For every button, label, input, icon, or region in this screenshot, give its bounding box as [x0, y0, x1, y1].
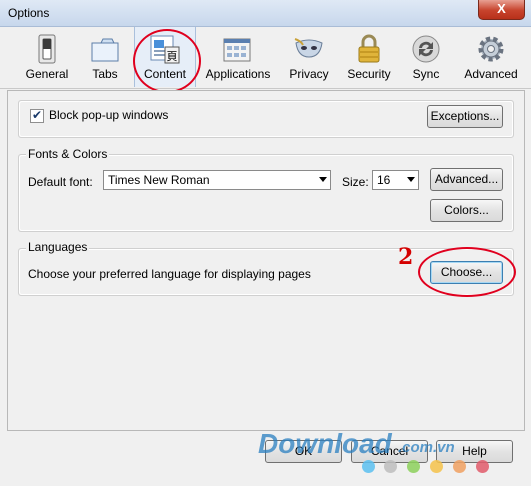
default-font-select[interactable]: Times New Roman: [103, 170, 331, 190]
annotation-ring-choose: [418, 247, 516, 297]
tab-label: Tabs: [92, 67, 118, 81]
annotation-ring-content: [133, 29, 201, 93]
tab-general[interactable]: General: [16, 27, 78, 87]
watermark-dot: [430, 460, 443, 473]
advanced-fonts-button[interactable]: Advanced...: [430, 168, 503, 191]
tab-sync[interactable]: Sync: [404, 27, 448, 87]
title-bar: Options X: [0, 0, 531, 27]
sync-icon: [412, 35, 440, 63]
languages-description: Choose your preferred language for displ…: [28, 267, 311, 281]
window-title: Options: [8, 6, 50, 20]
tab-advanced[interactable]: Advanced: [460, 27, 522, 87]
close-button[interactable]: X: [478, 0, 525, 20]
tab-security[interactable]: Security: [341, 27, 397, 87]
annotation-number-2: 2: [398, 244, 414, 270]
tab-label: Sync: [412, 67, 440, 81]
chevron-down-icon: [407, 177, 415, 182]
watermark-brand: Download: [258, 428, 392, 459]
tab-privacy[interactable]: Privacy: [284, 27, 334, 87]
tab-label: Advanced: [464, 67, 518, 81]
tab-label: Privacy: [289, 67, 329, 81]
block-popups-label: Block pop-up windows: [49, 108, 169, 122]
font-size-select[interactable]: 16: [372, 170, 419, 190]
watermark-dot: [384, 460, 397, 473]
tab-label: Applications: [205, 67, 271, 81]
default-font-value: Times New Roman: [108, 173, 210, 187]
applications-icon: [223, 38, 251, 62]
mask-icon: [294, 38, 323, 58]
tab-label: General: [25, 67, 69, 81]
tab-applications[interactable]: Applications: [200, 27, 276, 87]
tabs-icon: [91, 38, 119, 62]
block-popups-checkbox[interactable]: ✔: [30, 108, 44, 123]
font-size-value: 16: [377, 173, 391, 187]
languages-legend: Languages: [26, 240, 90, 254]
watermark-dot: [476, 460, 489, 473]
tab-label: Security: [347, 67, 391, 81]
size-label: Size:: [342, 175, 369, 189]
checkmark-icon: ✔: [32, 108, 43, 122]
colors-button[interactable]: Colors...: [430, 199, 503, 222]
chevron-down-icon: [319, 177, 327, 182]
watermark-suffix: .com.vn: [398, 439, 455, 456]
download-watermark: Download .com.vn: [258, 428, 518, 478]
fonts-colors-legend: Fonts & Colors: [26, 147, 110, 161]
default-font-label: Default font:: [28, 175, 93, 189]
padlock-icon: [358, 34, 380, 63]
light-switch-icon: [38, 34, 56, 64]
watermark-dot: [407, 460, 420, 473]
tab-tabs[interactable]: Tabs: [80, 27, 130, 87]
exceptions-button[interactable]: Exceptions...: [427, 105, 503, 128]
options-toolbar: General Tabs 頁 Content Applications Priv…: [0, 27, 531, 89]
gear-icon: [478, 36, 504, 62]
watermark-dot: [453, 460, 466, 473]
watermark-dot: [362, 460, 375, 473]
